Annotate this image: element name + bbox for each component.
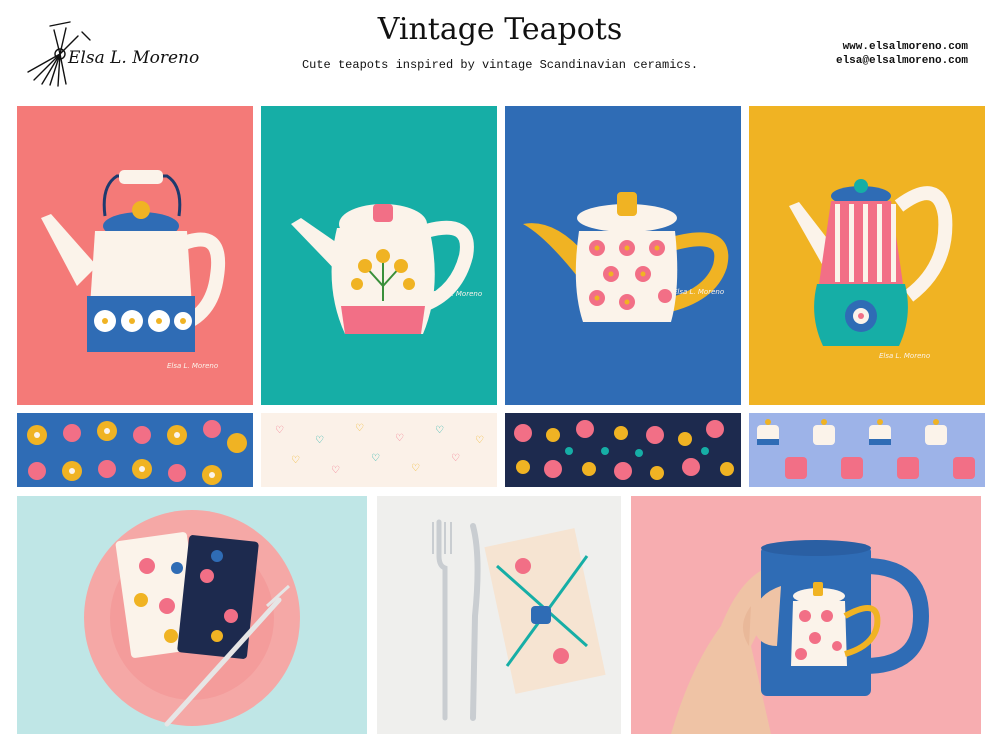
pattern-floral-navy (505, 413, 741, 487)
coral-teapot-card: Elsa L. Moreno (17, 106, 253, 405)
teal-teapot-card: Elsa L. Moreno (261, 106, 497, 405)
mustard-teapot-card: Elsa L. Moreno (749, 106, 985, 405)
cutlery-napkin-mockup (377, 496, 621, 734)
pattern-teapots-periwinkle (749, 413, 985, 487)
contact-info: www.elsalmoreno.com elsa@elsalmoreno.com (836, 40, 968, 68)
website-link[interactable]: www.elsalmoreno.com (836, 40, 968, 54)
mug-in-hand-mockup (631, 496, 981, 734)
svg-text:♡: ♡ (475, 435, 484, 446)
svg-text:♡: ♡ (435, 425, 444, 436)
svg-text:♡: ♡ (395, 433, 404, 444)
svg-text:♡: ♡ (355, 423, 364, 434)
napkin-plate-mockup (17, 496, 367, 734)
card-signature: Elsa L. Moreno (879, 352, 930, 360)
card-signature: Elsa L. Moreno (431, 290, 482, 298)
svg-text:♡: ♡ (275, 425, 284, 436)
pattern-hearts-cream: ♡ ♡ ♡ ♡ ♡ ♡ ♡ ♡ ♡ ♡ ♡ (261, 413, 497, 487)
card-signature: Elsa L. Moreno (673, 288, 724, 296)
svg-text:♡: ♡ (315, 435, 324, 446)
svg-text:♡: ♡ (291, 455, 300, 466)
svg-text:♡: ♡ (371, 453, 380, 464)
email-link[interactable]: elsa@elsalmoreno.com (836, 54, 968, 68)
blue-teapot-card: Elsa L. Moreno (505, 106, 741, 405)
svg-text:♡: ♡ (411, 463, 420, 474)
pattern-floral-blue (17, 413, 253, 487)
svg-text:♡: ♡ (451, 453, 460, 464)
svg-text:♡: ♡ (331, 465, 340, 476)
card-signature: Elsa L. Moreno (167, 362, 218, 370)
